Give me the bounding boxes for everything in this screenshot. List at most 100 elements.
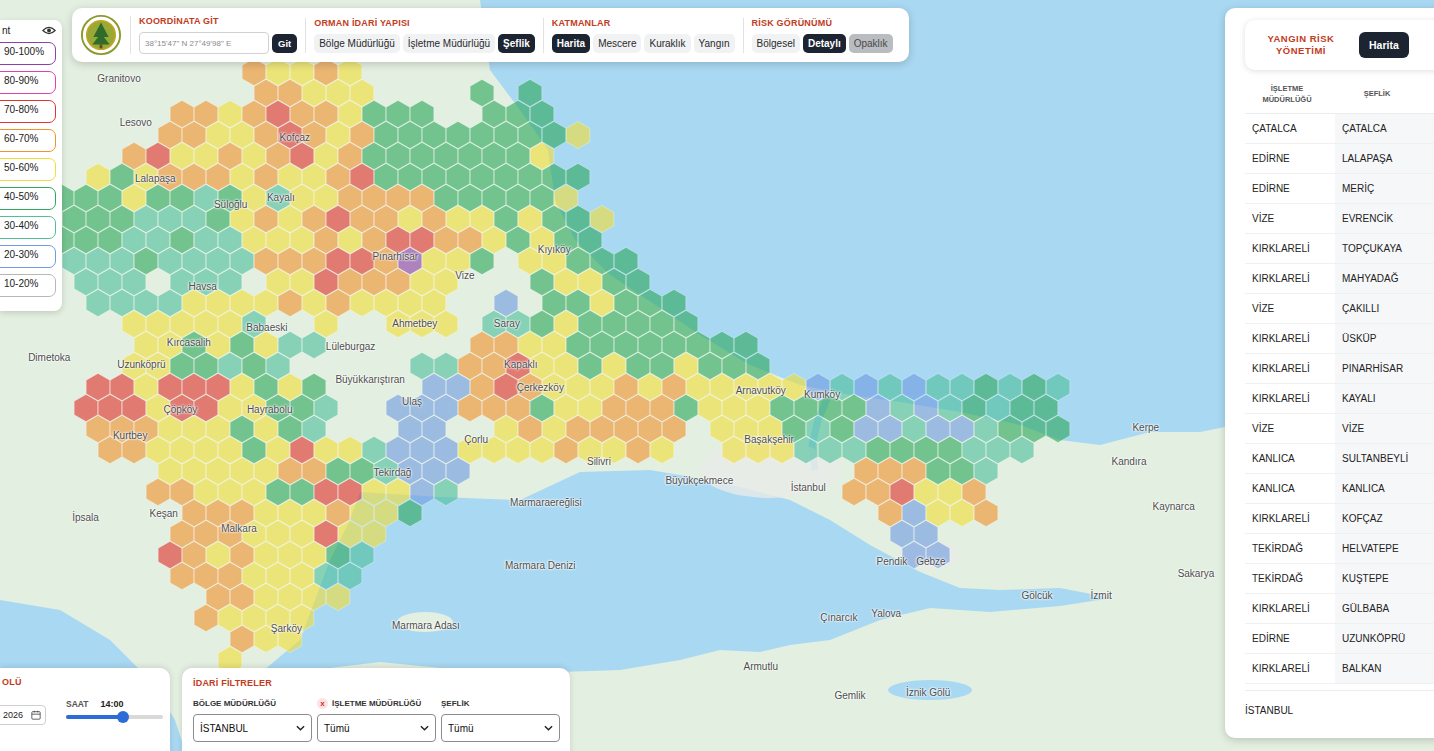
table-row[interactable]: EDİRNEUZUNKÖPRÜ xyxy=(1245,624,1434,654)
risk-hex[interactable] xyxy=(386,310,410,337)
risk-hex[interactable] xyxy=(506,436,530,463)
risk-hex[interactable] xyxy=(458,394,482,421)
risk-hex[interactable] xyxy=(410,310,434,337)
risk-hex[interactable] xyxy=(398,499,422,526)
table-row[interactable]: KIRKLARELİGÜLBABA xyxy=(1245,594,1434,624)
risk-hex[interactable] xyxy=(482,436,506,463)
fire-risk-panel: YANGIN RİSK YÖNETİMİHaritaİŞLETME MÜDÜRL… xyxy=(1225,8,1434,738)
table-row[interactable]: KIRKLARELİÜSKÜP xyxy=(1245,324,1434,354)
table-row[interactable]: KIRKLARELİMAHYADAĞ xyxy=(1245,264,1434,294)
table-row[interactable]: KIRKLARELİTOPÇUKAYA xyxy=(1245,234,1434,264)
option-button[interactable]: Detaylı xyxy=(803,34,846,53)
table-row[interactable]: TEKİRDAĞHELVATEPE xyxy=(1245,534,1434,564)
risk-hex[interactable] xyxy=(170,562,194,589)
risk-hex[interactable] xyxy=(434,478,458,505)
risk-hex[interactable] xyxy=(770,436,794,463)
risk-hex[interactable] xyxy=(566,121,590,148)
risk-hex[interactable] xyxy=(98,436,122,463)
risk-hex[interactable] xyxy=(122,436,146,463)
table-row[interactable]: EDİRNEMERİÇ xyxy=(1245,174,1434,204)
place-label: Şarköy xyxy=(271,623,302,634)
risk-hex[interactable] xyxy=(650,436,674,463)
clear-filter-button[interactable]: x xyxy=(317,698,328,709)
risk-hex[interactable] xyxy=(902,541,926,568)
legend-item[interactable]: 80-90% xyxy=(0,71,56,94)
slider-thumb[interactable] xyxy=(117,711,129,723)
table-row[interactable]: KIRKLARELİBALKAN xyxy=(1245,654,1434,684)
risk-hex[interactable] xyxy=(554,436,578,463)
table-row[interactable]: KANLICASULTANBEYLİ xyxy=(1245,444,1434,474)
map-canvas[interactable] xyxy=(0,0,1434,751)
risk-hex[interactable] xyxy=(278,289,302,316)
option-button[interactable]: Yangın xyxy=(694,34,735,53)
table-row[interactable]: EDİRNELALAPAŞA xyxy=(1245,144,1434,174)
place-label: Lesovo xyxy=(120,117,152,128)
risk-hex[interactable] xyxy=(926,541,950,568)
legend-item[interactable]: 50-60% xyxy=(0,158,56,181)
filter-select[interactable]: Tümü xyxy=(441,714,560,742)
go-button[interactable]: Git xyxy=(272,34,297,53)
risk-hex[interactable] xyxy=(470,247,494,274)
option-button[interactable]: Harita xyxy=(552,34,590,53)
option-button[interactable]: Mescere xyxy=(593,34,641,53)
unit-cell: KIRKLARELİ xyxy=(1245,654,1335,683)
risk-hex[interactable] xyxy=(1010,436,1034,463)
risk-hex[interactable] xyxy=(722,436,746,463)
unit-cell: KANLICA xyxy=(1245,444,1335,473)
date-field[interactable]: 2026 xyxy=(0,705,46,725)
option-button[interactable]: İşletme Müdürlüğü xyxy=(403,34,495,53)
risk-hex[interactable] xyxy=(842,478,866,505)
risk-hex[interactable] xyxy=(746,436,770,463)
legend-item[interactable]: 20-30% xyxy=(0,245,56,268)
risk-hex[interactable] xyxy=(326,583,350,610)
risk-hex[interactable] xyxy=(626,436,650,463)
section-label: KATMANLAR xyxy=(552,18,735,28)
risk-hex[interactable] xyxy=(974,499,998,526)
risk-hex[interactable] xyxy=(434,310,458,337)
option-button[interactable]: Kuraklık xyxy=(644,34,690,53)
option-button[interactable]: Bölgesel xyxy=(752,34,800,53)
table-row[interactable]: KIRKLARELİKAYALI xyxy=(1245,384,1434,414)
table-row[interactable]: KIRKLARELİKOFÇAZ xyxy=(1245,504,1434,534)
risk-hex[interactable] xyxy=(86,289,110,316)
table-row[interactable]: VİZEEVRENCİK xyxy=(1245,204,1434,234)
unit-cell: ÇATALCA xyxy=(1245,114,1335,143)
legend-item[interactable]: 40-50% xyxy=(0,187,56,210)
risk-hex[interactable] xyxy=(350,289,374,316)
table-row[interactable]: ÇATALCAÇATALCA xyxy=(1245,114,1434,144)
time-slider[interactable] xyxy=(66,715,163,719)
risk-hex[interactable] xyxy=(302,331,326,358)
place-label: Silivri xyxy=(587,455,611,466)
legend-item[interactable]: 70-80% xyxy=(0,100,56,123)
risk-hex[interactable] xyxy=(818,436,842,463)
table-row[interactable]: VİZEÇAKILLI xyxy=(1245,294,1434,324)
table-row[interactable]: VİZEVİZE xyxy=(1245,414,1434,444)
risk-hex[interactable] xyxy=(950,499,974,526)
eye-icon[interactable] xyxy=(42,25,56,36)
legend-item[interactable]: 90-100% xyxy=(0,42,56,65)
table-row[interactable]: KANLICAKANLICA xyxy=(1245,474,1434,504)
risk-hex[interactable] xyxy=(194,604,218,631)
option-button[interactable]: Bölge Müdürlüğü xyxy=(314,34,400,53)
table-row[interactable]: TEKİRDAĞKUŞTEPE xyxy=(1245,564,1434,594)
map-view-button[interactable]: Harita xyxy=(1359,32,1409,58)
column-header[interactable]: İŞLETME MÜDÜRLÜĞÜ xyxy=(1252,84,1322,105)
legend-item[interactable]: 10-20% xyxy=(0,274,56,297)
toggle-button[interactable]: Opaklık xyxy=(849,34,893,53)
column-header[interactable]: ŞEFLİK xyxy=(1342,89,1412,100)
risk-hex[interactable] xyxy=(146,478,170,505)
risk-hex[interactable] xyxy=(578,436,602,463)
risk-hex[interactable] xyxy=(602,436,626,463)
filter-select[interactable]: İSTANBUL xyxy=(193,714,312,742)
risk-hex[interactable] xyxy=(794,436,818,463)
table-row[interactable]: KIRKLARELİPINARHİSAR xyxy=(1245,354,1434,384)
filter-select[interactable]: Tümü xyxy=(317,714,436,742)
option-button[interactable]: Şeflik xyxy=(498,34,535,53)
risk-hex[interactable] xyxy=(278,625,302,652)
legend-item[interactable]: 30-40% xyxy=(0,216,56,239)
coordinate-input[interactable]: 38°15'47" N 27°49'98" E xyxy=(139,32,269,54)
legend-item[interactable]: 60-70% xyxy=(0,129,56,152)
risk-hex[interactable] xyxy=(1046,415,1070,442)
risk-hex[interactable] xyxy=(254,625,278,652)
risk-hex[interactable] xyxy=(530,436,554,463)
